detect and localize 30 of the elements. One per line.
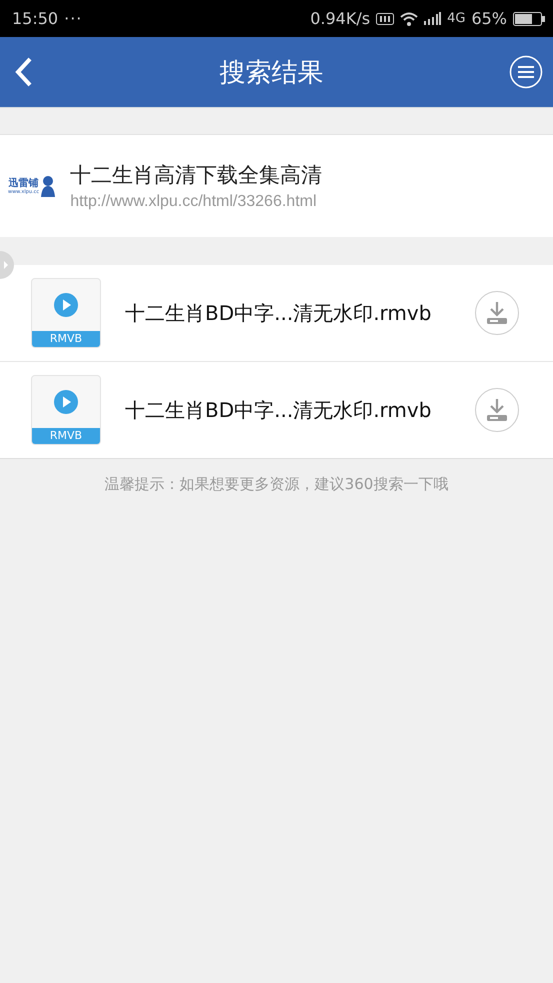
- file-name: 十二生肖BD中字...清无水印.rmvb: [124, 300, 432, 326]
- result-title: 十二生肖高清下载全集高清: [70, 162, 322, 189]
- battery-text: 65%: [471, 9, 507, 28]
- download-button[interactable]: [475, 388, 519, 432]
- file-type-label: RMVB: [32, 331, 100, 347]
- download-button[interactable]: [475, 291, 519, 335]
- wifi-icon: [400, 12, 418, 26]
- notification-dots: ···: [64, 9, 82, 28]
- back-button[interactable]: [14, 56, 34, 88]
- network-speed-text: 0.94K/s: [310, 9, 370, 28]
- person-icon: [40, 175, 56, 197]
- hint-text: 温馨提示：如果想要更多资源，建议360搜索一下哦: [104, 475, 450, 494]
- page-title: 搜索结果: [220, 56, 324, 90]
- battery-icon: [513, 12, 545, 26]
- clock-text: 15:50: [12, 9, 58, 28]
- play-icon: [53, 292, 79, 318]
- menu-icon: [509, 55, 543, 89]
- file-name: 十二生肖BD中字...清无水印.rmvb: [124, 396, 432, 424]
- back-icon: [14, 56, 34, 88]
- file-row[interactable]: RMVB 十二生肖BD中字...清无水印.rmvb: [0, 362, 553, 458]
- download-icon: [486, 398, 508, 422]
- download-icon: [486, 301, 508, 325]
- logo-name: 迅雷铺: [8, 178, 39, 188]
- play-icon: [53, 389, 79, 415]
- file-type-label: RMVB: [32, 428, 100, 444]
- file-row[interactable]: RMVB 十二生肖BD中字...清无水印.rmvb: [0, 265, 553, 362]
- result-url: http://www.xlpu.cc/html/33266.html: [70, 193, 318, 211]
- network-type-text: 4G: [447, 11, 466, 26]
- menu-button[interactable]: [509, 55, 543, 89]
- signal-icon: [424, 12, 442, 25]
